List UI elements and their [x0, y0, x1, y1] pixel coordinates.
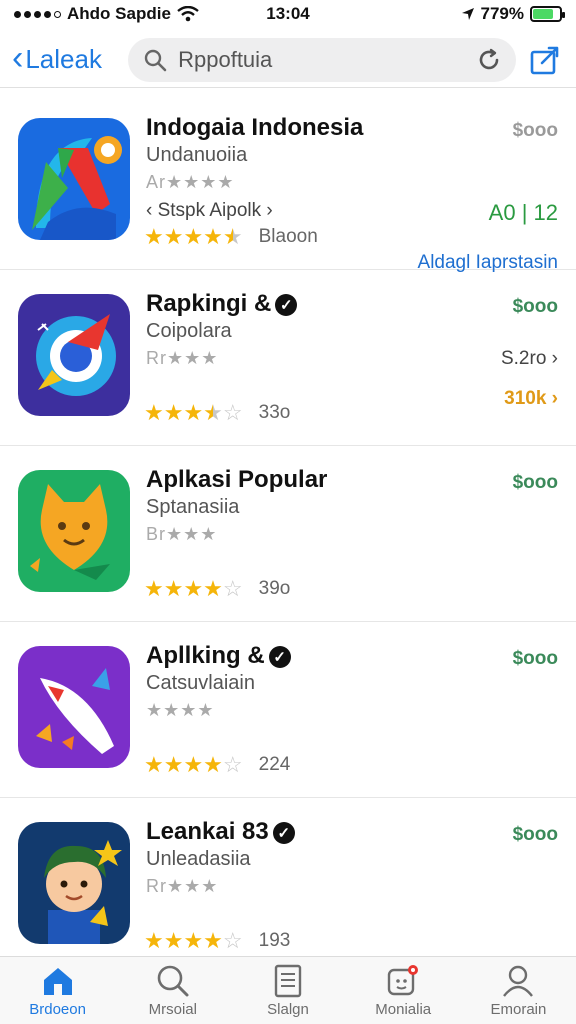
- status-left: Ahdo Sapdie: [14, 4, 199, 24]
- app-name: Apllking & ✓: [146, 642, 291, 670]
- app-subtitle: Undanuoiia: [146, 144, 248, 166]
- downloads-link[interactable]: 310k ›: [504, 388, 558, 410]
- share-icon: [530, 46, 559, 74]
- status-bar: Ahdo Sapdie 13:04 779%: [0, 0, 576, 28]
- verified-icon: ✓: [268, 645, 291, 668]
- search-icon: [142, 47, 168, 73]
- home-icon: [40, 963, 76, 999]
- rating-count: Blaoon: [258, 226, 318, 247]
- location-icon: [461, 8, 474, 20]
- back-label: Laleak: [25, 44, 102, 74]
- rating-count: 39o: [258, 578, 291, 599]
- downloads-text: 310k ›: [504, 388, 558, 409]
- star-rating: ★★★★☆: [144, 576, 243, 601]
- chevron-left-icon: ‹: [12, 38, 24, 77]
- price-label[interactable]: $ooo: [513, 648, 558, 670]
- version-text: A0 | 12: [488, 200, 558, 225]
- list-item[interactable]: Indogaia Indonesia Undanuoiia Ar★★★★ ‹ S…: [0, 94, 576, 273]
- search-input[interactable]: [178, 46, 467, 73]
- app-icon-aplkasi[interactable]: [18, 470, 130, 592]
- app-small-rating: Rr★★★: [146, 348, 219, 368]
- search-icon: [155, 963, 191, 999]
- rating-count: 33o: [258, 402, 291, 423]
- app-subtitle: Catsuvlaiain: [146, 672, 255, 694]
- app-icon-indogaia[interactable]: [18, 118, 130, 240]
- notification-icon: [385, 963, 421, 999]
- wifi-icon: [177, 6, 199, 22]
- app-name: Aplkasi Popular: [146, 466, 328, 493]
- back-button[interactable]: ‹ Laleak: [12, 38, 118, 77]
- nav-bar: ‹ Laleak: [0, 32, 576, 88]
- rating-count: 193: [258, 930, 291, 951]
- list-item[interactable]: Apllking & ✓ Catsuvlaiain ★★★★ ★★★★☆ 224 …: [0, 622, 576, 798]
- tab-label: Brdoeon: [29, 1001, 86, 1018]
- star-rating: ★★★★☆: [144, 400, 243, 425]
- document-icon: [270, 963, 306, 999]
- battery-icon: [530, 6, 565, 22]
- app-name: Leankai 83 ✓: [146, 818, 295, 846]
- tab-bar: Brdoeon Mrsoial Slalgn Monialia Emorain: [0, 956, 576, 1024]
- tab-search[interactable]: Mrsoial: [115, 957, 230, 1024]
- app-small-rating: Br★★★: [146, 524, 218, 544]
- price-label[interactable]: $ooo: [513, 120, 558, 142]
- verified-icon: ✓: [275, 293, 298, 316]
- clock: 13:04: [266, 4, 310, 23]
- tab-label: Slalgn: [267, 1001, 309, 1018]
- app-name-text: Leankai 83: [146, 818, 269, 845]
- tab-label: Monialia: [375, 1001, 432, 1018]
- app-rating: ★★★★☆ 39o: [144, 576, 290, 602]
- tab-label: Mrsoial: [148, 1001, 197, 1018]
- star-rating: ★★★★☆: [144, 752, 243, 777]
- tab-profile[interactable]: Emorain: [461, 957, 576, 1024]
- signal-icon: [14, 10, 61, 18]
- app-icon-rapkingi[interactable]: [18, 294, 130, 416]
- search-bar[interactable]: [128, 37, 517, 82]
- app-rating: ★★★★★ Blaoon: [144, 224, 318, 250]
- app-name-text: Apllking &: [146, 642, 265, 669]
- app-small-rating: Rr★★★: [146, 876, 219, 896]
- tab-notifications[interactable]: Monialia: [346, 957, 461, 1024]
- profile-icon: [500, 963, 536, 999]
- price-label[interactable]: $ooo: [513, 296, 558, 318]
- app-icon-apllking[interactable]: [18, 646, 130, 768]
- price-label[interactable]: $ooo: [513, 824, 558, 846]
- app-icon-leankai[interactable]: [18, 822, 130, 944]
- app-small-rating: ★★★★: [146, 700, 215, 720]
- size-link[interactable]: S.2ro ›: [501, 348, 558, 370]
- battery-percent: 779%: [480, 4, 524, 23]
- share-button[interactable]: [526, 40, 564, 80]
- list-item[interactable]: Aplkasi Popular Sptanasiia Br★★★ ★★★★☆ 3…: [0, 446, 576, 622]
- app-subtitle: Coipolara: [146, 320, 232, 342]
- app-rating: ★★★★☆ 224: [144, 752, 290, 778]
- version-label: A0 | 12: [489, 200, 558, 226]
- app-list: Indogaia Indonesia Undanuoiia Ar★★★★ ‹ S…: [0, 94, 576, 954]
- app-rating: ★★★★☆ 193: [144, 928, 290, 954]
- list-item[interactable]: Leankai 83 ✓ Unleadasiia Rr★★★ ★★★★☆ 193 …: [0, 798, 576, 954]
- app-name: Rapkingi & ✓: [146, 290, 298, 318]
- app-small-rating: Ar★★★★: [146, 172, 235, 192]
- list-item[interactable]: Rapkingi & ✓ Coipolara Rr★★★ ★★★★☆ 33o $o…: [0, 270, 576, 446]
- app-rating: ★★★★☆ 33o: [144, 400, 290, 426]
- carrier-label: Ahdo Sapdie: [67, 4, 171, 23]
- tab-label: Emorain: [490, 1001, 547, 1018]
- star-rating: ★★★★☆: [144, 928, 243, 953]
- price-label[interactable]: $ooo: [513, 472, 558, 494]
- tab-document[interactable]: Slalgn: [230, 957, 345, 1024]
- verified-icon: ✓: [272, 821, 295, 844]
- app-name-text: Rapkingi &: [146, 290, 272, 317]
- app-name: Indogaia Indonesia: [146, 114, 364, 141]
- rating-count: 224: [258, 754, 291, 775]
- star-rating: ★★★★★: [144, 224, 243, 249]
- status-right: 779%: [461, 4, 565, 24]
- app-subtitle: Sptanasiia: [146, 496, 240, 518]
- size-text: S.2ro ›: [500, 348, 558, 369]
- app-extra-label[interactable]: ‹ Stspk Aipolk ›: [146, 200, 273, 222]
- tab-home[interactable]: Brdoeon: [0, 957, 115, 1024]
- app-subtitle: Unleadasiia: [146, 848, 251, 870]
- refresh-icon[interactable]: [476, 47, 502, 73]
